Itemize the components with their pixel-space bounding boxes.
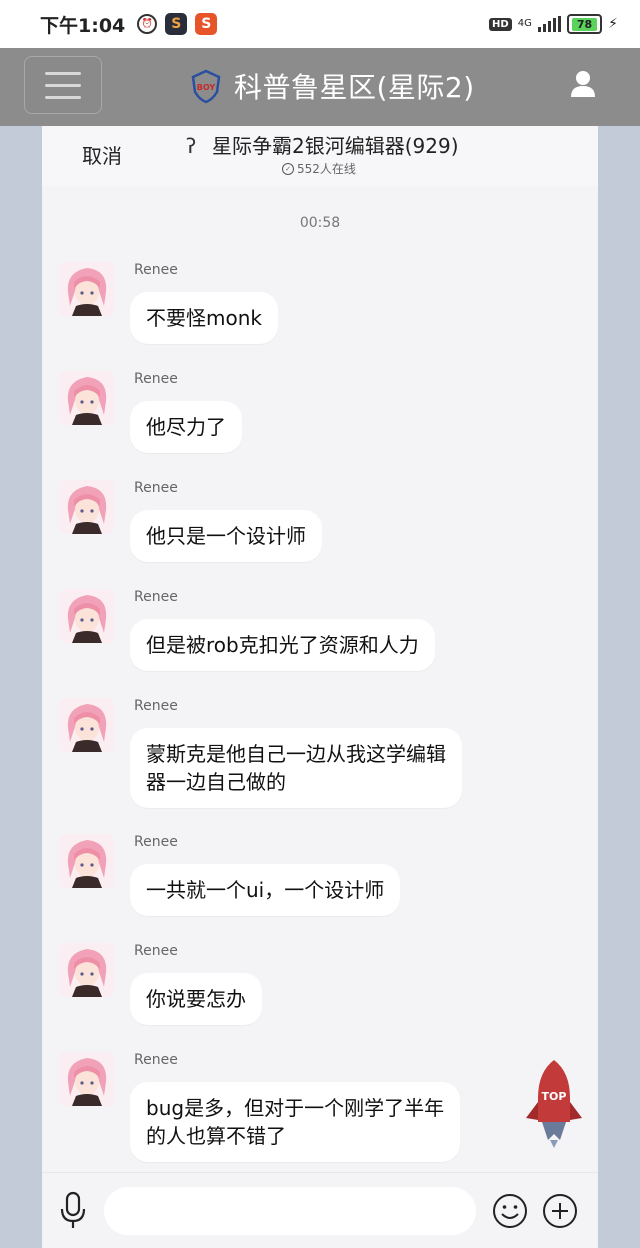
message-bubble[interactable]: 不要怪monk bbox=[130, 292, 278, 344]
avatar[interactable] bbox=[60, 943, 114, 997]
chat-timestamp: 00:58 bbox=[299, 215, 341, 231]
app-header: BOY 科普鲁星区(星际2) bbox=[0, 48, 640, 126]
avatar-image bbox=[60, 1052, 114, 1106]
avatar-image bbox=[60, 371, 114, 425]
emoji-icon[interactable] bbox=[492, 1193, 528, 1229]
avatar[interactable] bbox=[60, 589, 114, 643]
page-title: 科普鲁星区(星际2) bbox=[234, 71, 475, 104]
charging-icon: ⚡ bbox=[608, 16, 618, 32]
sender-name: Renee bbox=[134, 371, 178, 387]
avatar-image bbox=[60, 943, 114, 997]
avatar-image bbox=[60, 480, 114, 534]
avatar[interactable] bbox=[60, 834, 114, 888]
microphone-icon[interactable] bbox=[58, 1191, 88, 1231]
sender-name: Renee bbox=[134, 1052, 178, 1068]
alarm-icon: ⏰ bbox=[137, 14, 158, 34]
avatar-image bbox=[60, 262, 114, 316]
message-line: 蒙斯克是他自己一边从我这学编辑 bbox=[146, 742, 446, 766]
check-circle-icon: ✓ bbox=[282, 162, 294, 175]
avatar-image bbox=[60, 834, 114, 888]
battery-icon: 78 bbox=[566, 14, 603, 34]
logo-text: BOY bbox=[197, 83, 216, 92]
sender-name: Renee bbox=[134, 589, 178, 605]
online-status: ✓ 552人在线 bbox=[282, 160, 356, 177]
ear-icon[interactable]: ʔ bbox=[186, 134, 196, 158]
input-bar bbox=[42, 1172, 598, 1248]
group-name: 星际争霸2银河编辑器(929) bbox=[212, 134, 459, 158]
message-input[interactable] bbox=[104, 1187, 476, 1235]
sender-name: Renee bbox=[134, 698, 178, 714]
sogou-icon: S bbox=[195, 13, 218, 35]
menu-line-icon bbox=[45, 71, 81, 75]
avatar[interactable] bbox=[60, 698, 114, 752]
chat-panel: 取消 ʔ 星际争霸2银河编辑器(929) ✓ 552人在线 00:58 Rene… bbox=[42, 126, 598, 1248]
avatar[interactable] bbox=[60, 480, 114, 534]
app-notification-icon: S bbox=[165, 13, 188, 35]
status-indicators: HD 4G 78 ⚡ bbox=[489, 14, 618, 34]
top-label: TOP bbox=[542, 1090, 567, 1103]
online-count: 552人在线 bbox=[297, 162, 356, 176]
menu-line-icon bbox=[45, 83, 81, 87]
menu-button[interactable] bbox=[24, 56, 102, 114]
message-line: 的人也算不错了 bbox=[146, 1124, 286, 1148]
message-bubble[interactable]: bug是多，但对于一个刚学了半年 的人也算不错了 bbox=[130, 1082, 461, 1162]
message-bubble[interactable]: 他尽力了 bbox=[130, 401, 242, 453]
avatar-image bbox=[60, 589, 114, 643]
message-bubble[interactable]: 一共就一个ui，一个设计师 bbox=[130, 864, 401, 916]
network-type: 4G bbox=[517, 18, 532, 29]
site-logo-icon: BOY bbox=[191, 69, 221, 104]
battery-level: 78 bbox=[571, 17, 598, 31]
message-bubble[interactable]: 他只是一个设计师 bbox=[130, 510, 322, 562]
message-bubble[interactable]: 蒙斯克是他自己一边从我这学编辑 器一边自己做的 bbox=[130, 728, 462, 808]
avatar-image bbox=[60, 698, 114, 752]
sender-name: Renee bbox=[134, 943, 178, 959]
sender-name: Renee bbox=[134, 834, 178, 850]
avatar[interactable] bbox=[60, 262, 114, 316]
cancel-button[interactable]: 取消 bbox=[82, 140, 122, 169]
status-bar: 下午1:04 ⏰ S S HD 4G 78 ⚡ bbox=[0, 0, 640, 48]
message-bubble[interactable]: 你说要怎办 bbox=[130, 973, 262, 1025]
status-time: 下午1:04 bbox=[40, 14, 126, 37]
menu-line-icon bbox=[45, 95, 81, 99]
user-icon[interactable] bbox=[570, 70, 596, 98]
scroll-top-rocket-icon[interactable]: TOP bbox=[522, 1058, 586, 1150]
message-line: 器一边自己做的 bbox=[146, 770, 286, 794]
message-line: bug是多，但对于一个刚学了半年 bbox=[146, 1096, 445, 1120]
avatar[interactable] bbox=[60, 1052, 114, 1106]
message-bubble[interactable]: 但是被rob克扣光了资源和人力 bbox=[130, 619, 435, 671]
signal-icon bbox=[537, 16, 561, 32]
chat-subheader: 取消 ʔ 星际争霸2银河编辑器(929) ✓ 552人在线 bbox=[42, 126, 598, 186]
hd-icon: HD bbox=[489, 17, 512, 31]
avatar[interactable] bbox=[60, 371, 114, 425]
sender-name: Renee bbox=[134, 262, 178, 278]
plus-icon[interactable] bbox=[542, 1193, 578, 1229]
sender-name: Renee bbox=[134, 480, 178, 496]
